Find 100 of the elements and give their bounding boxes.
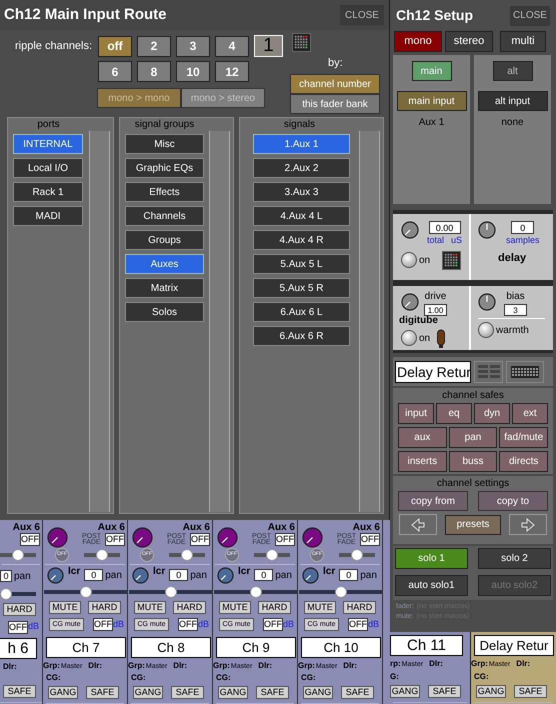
- auto-solo-button[interactable]: auto solo1: [395, 574, 468, 596]
- list-item[interactable]: 5.Aux 5 L: [253, 254, 350, 274]
- delay-knob[interactable]: [401, 221, 419, 239]
- pan-knob[interactable]: [302, 566, 319, 584]
- close-button[interactable]: CLOSE: [340, 5, 384, 25]
- copy-to-button[interactable]: copy to: [478, 491, 548, 511]
- safe-button[interactable]: ext: [512, 403, 548, 424]
- list-item[interactable]: 3.Aux 3: [253, 182, 350, 202]
- scrollbar[interactable]: [359, 131, 380, 512]
- trim-field[interactable]: OFF: [263, 618, 283, 632]
- format-button[interactable]: multi: [500, 31, 546, 52]
- format-button[interactable]: stereo: [445, 31, 493, 52]
- input-toggle-button[interactable]: alt: [492, 61, 532, 81]
- list-item[interactable]: Auxes: [125, 254, 204, 274]
- pan-slider[interactable]: [129, 586, 212, 598]
- ripple-button[interactable]: off: [98, 36, 132, 56]
- safe-button[interactable]: pan: [448, 427, 498, 448]
- list-item[interactable]: Groups: [125, 230, 204, 250]
- round-toggle[interactable]: [401, 330, 417, 346]
- ripple-button[interactable]: 2: [137, 36, 171, 56]
- channel-name-field[interactable]: h 6: [0, 638, 37, 659]
- format-button[interactable]: mono: [394, 31, 442, 52]
- safe-button[interactable]: aux: [398, 427, 447, 448]
- scrollbar[interactable]: [89, 131, 110, 512]
- aux-send-knob[interactable]: [132, 527, 153, 548]
- ripple-button[interactable]: 6: [98, 61, 132, 82]
- next-button[interactable]: [509, 514, 547, 535]
- pan-value-field[interactable]: 0: [254, 569, 274, 582]
- bias-value-field[interactable]: 3: [504, 304, 527, 316]
- gang-button[interactable]: GANG: [390, 684, 420, 698]
- solo-button[interactable]: solo 1: [395, 548, 468, 569]
- safe-button[interactable]: directs: [499, 451, 548, 472]
- slider-thumb[interactable]: [181, 548, 193, 561]
- aux-level-field[interactable]: OFF: [360, 533, 380, 546]
- pan-slider[interactable]: [0, 588, 36, 600]
- safe-button[interactable]: SAFE: [171, 686, 204, 699]
- list-item[interactable]: MADI: [13, 206, 83, 226]
- keyboard-button[interactable]: [506, 360, 544, 382]
- slider-thumb[interactable]: [0, 588, 12, 600]
- list-item[interactable]: Misc: [125, 134, 204, 154]
- grid-icon[interactable]: [292, 32, 311, 52]
- aux-send-slider[interactable]: [0, 549, 36, 561]
- gang-button[interactable]: GANG: [218, 686, 248, 699]
- channel-name-field[interactable]: Ch 10: [301, 636, 381, 658]
- aux-send-knob[interactable]: [217, 527, 238, 548]
- mute-button[interactable]: MUTE: [49, 600, 81, 614]
- drive-value-field[interactable]: 1.00: [424, 304, 447, 316]
- aux-send-slider[interactable]: [339, 548, 375, 561]
- solo-button[interactable]: solo 2: [478, 548, 551, 569]
- gang-button[interactable]: GANG: [476, 684, 506, 698]
- pan-value-field[interactable]: 0: [84, 569, 104, 582]
- pan-knob[interactable]: [132, 566, 149, 584]
- list-item[interactable]: 1.Aux 1: [253, 134, 350, 154]
- safe-button[interactable]: SAFE: [3, 685, 36, 698]
- mute-button[interactable]: MUTE: [134, 600, 166, 614]
- safe-button[interactable]: dyn: [474, 403, 510, 424]
- safe-button[interactable]: inserts: [398, 451, 447, 472]
- safe-button[interactable]: buss: [448, 451, 498, 472]
- close-button[interactable]: CLOSE: [510, 6, 550, 26]
- slider-thumb[interactable]: [266, 548, 278, 561]
- list-item[interactable]: Effects: [125, 182, 204, 202]
- ripple-button[interactable]: 12: [215, 61, 249, 82]
- samples-value-field[interactable]: 0: [511, 221, 534, 234]
- delay-samples-knob[interactable]: [478, 221, 496, 239]
- round-toggle[interactable]: [478, 322, 494, 338]
- pan-slider[interactable]: [44, 586, 127, 598]
- pan-knob[interactable]: [47, 566, 64, 584]
- channel-name-field[interactable]: Delay Retur: [395, 360, 471, 382]
- pan-slider[interactable]: [214, 586, 297, 598]
- list-item[interactable]: 5.Aux 5 R: [253, 278, 350, 298]
- list-item[interactable]: Graphic EQs: [125, 158, 204, 178]
- input-select-button[interactable]: main input: [396, 91, 466, 111]
- ripple-button[interactable]: 10: [176, 61, 210, 82]
- list-item[interactable]: 6.Aux 6 L: [253, 302, 350, 322]
- gang-button[interactable]: GANG: [48, 686, 78, 699]
- trim-field[interactable]: OFF: [8, 620, 28, 634]
- slider-thumb[interactable]: [250, 586, 262, 598]
- channel-name-field[interactable]: Delay Retur: [474, 635, 554, 656]
- safe-button[interactable]: SAFE: [514, 684, 547, 698]
- slider-thumb[interactable]: [164, 586, 176, 598]
- presets-button[interactable]: presets: [445, 514, 501, 534]
- pan-value-field[interactable]: 0: [0, 570, 12, 582]
- pan-value-field[interactable]: 0: [339, 569, 358, 582]
- copy-from-button[interactable]: copy from: [398, 491, 468, 511]
- ripple-button[interactable]: 4: [215, 36, 249, 56]
- drive-knob[interactable]: [401, 293, 419, 311]
- gang-button[interactable]: GANG: [133, 686, 163, 699]
- hard-button[interactable]: HARD: [258, 600, 291, 614]
- ripple-by-button[interactable]: channel number: [290, 74, 380, 94]
- hard-button[interactable]: HARD: [88, 600, 121, 614]
- hard-button[interactable]: HARD: [343, 600, 376, 614]
- scrollbar[interactable]: [209, 131, 230, 512]
- list-item[interactable]: 4.Aux 4 R: [253, 230, 350, 250]
- pan-knob[interactable]: [217, 566, 234, 584]
- safe-button[interactable]: input: [398, 403, 434, 424]
- list-item[interactable]: Rack 1: [13, 182, 83, 202]
- gang-button[interactable]: GANG: [303, 686, 333, 699]
- aux-level-field[interactable]: OFF: [190, 533, 210, 546]
- list-item[interactable]: INTERNAL: [13, 134, 83, 154]
- list-item[interactable]: Matrix: [125, 278, 204, 298]
